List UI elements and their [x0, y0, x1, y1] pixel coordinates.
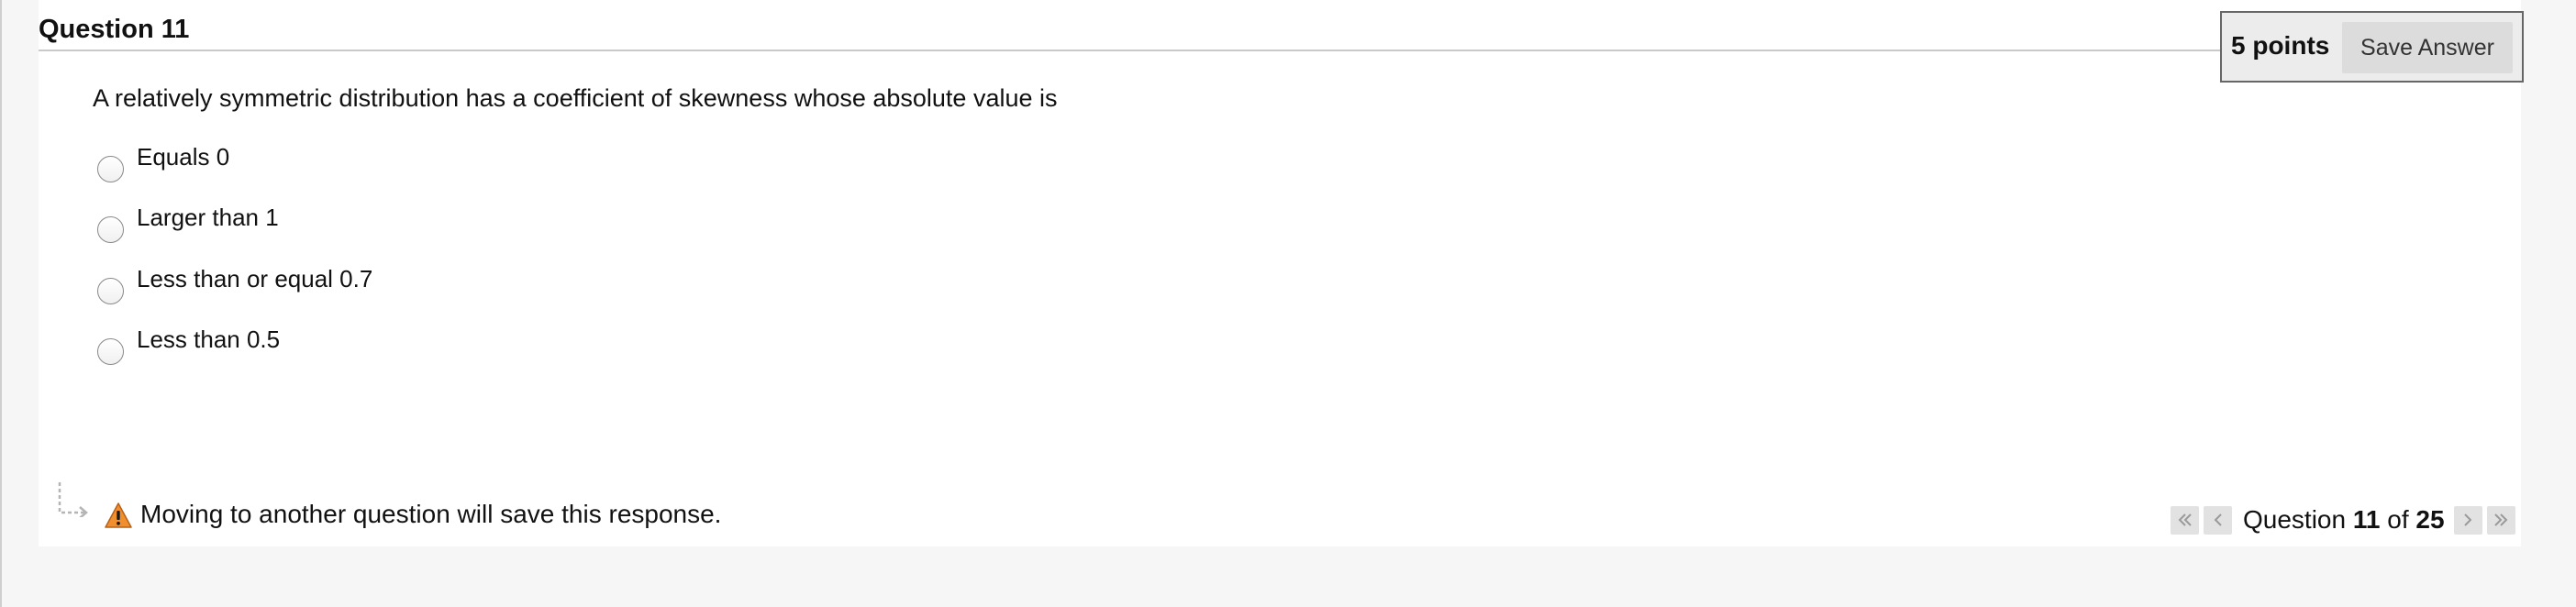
question-prompt: A relatively symmetric distribution has …: [93, 84, 1058, 112]
radio-button-3[interactable]: [97, 278, 124, 304]
counter-prefix: Question: [2243, 505, 2347, 534]
double-chevron-left-icon[interactable]: [2171, 505, 2199, 535]
counter-of: of: [2387, 505, 2409, 534]
title-divider: [39, 50, 2222, 51]
answer-option-4[interactable]: Less than 0.5: [97, 326, 923, 365]
answer-option-3[interactable]: Less than or equal 0.7: [97, 265, 923, 304]
chevron-left-icon[interactable]: [2204, 505, 2232, 535]
left-edge-border: [0, 0, 2, 607]
points-box: 5 points Save Answer: [2220, 11, 2524, 83]
double-chevron-right-icon[interactable]: [2486, 505, 2515, 535]
answer-option-label[interactable]: Larger than 1: [137, 204, 279, 232]
chevron-right-icon[interactable]: [2453, 505, 2482, 535]
points-label: 5 points: [2231, 31, 2330, 60]
question-title: Question 11: [39, 15, 190, 44]
current-question-number: 11: [2352, 505, 2381, 534]
question-counter: Question 11 of 25: [2243, 505, 2445, 535]
answer-option-label[interactable]: Less than 0.5: [137, 326, 280, 354]
warning-triangle-icon: [105, 502, 132, 528]
radio-button-2[interactable]: [97, 216, 124, 243]
bent-arrow-icon: [58, 482, 88, 517]
radio-button-1[interactable]: [97, 156, 124, 182]
answer-option-label[interactable]: Less than or equal 0.7: [137, 265, 372, 293]
autosave-message: Moving to another question will save thi…: [140, 500, 722, 528]
save-answer-button[interactable]: Save Answer: [2342, 22, 2513, 73]
radio-button-4[interactable]: [97, 338, 124, 365]
answer-option-2[interactable]: Larger than 1: [97, 204, 923, 243]
answer-option-1[interactable]: Equals 0: [97, 143, 923, 182]
total-questions: 25: [2415, 505, 2445, 534]
question-navigation: Question 11 of 25: [2171, 503, 2515, 536]
answer-option-label[interactable]: Equals 0: [137, 143, 229, 171]
